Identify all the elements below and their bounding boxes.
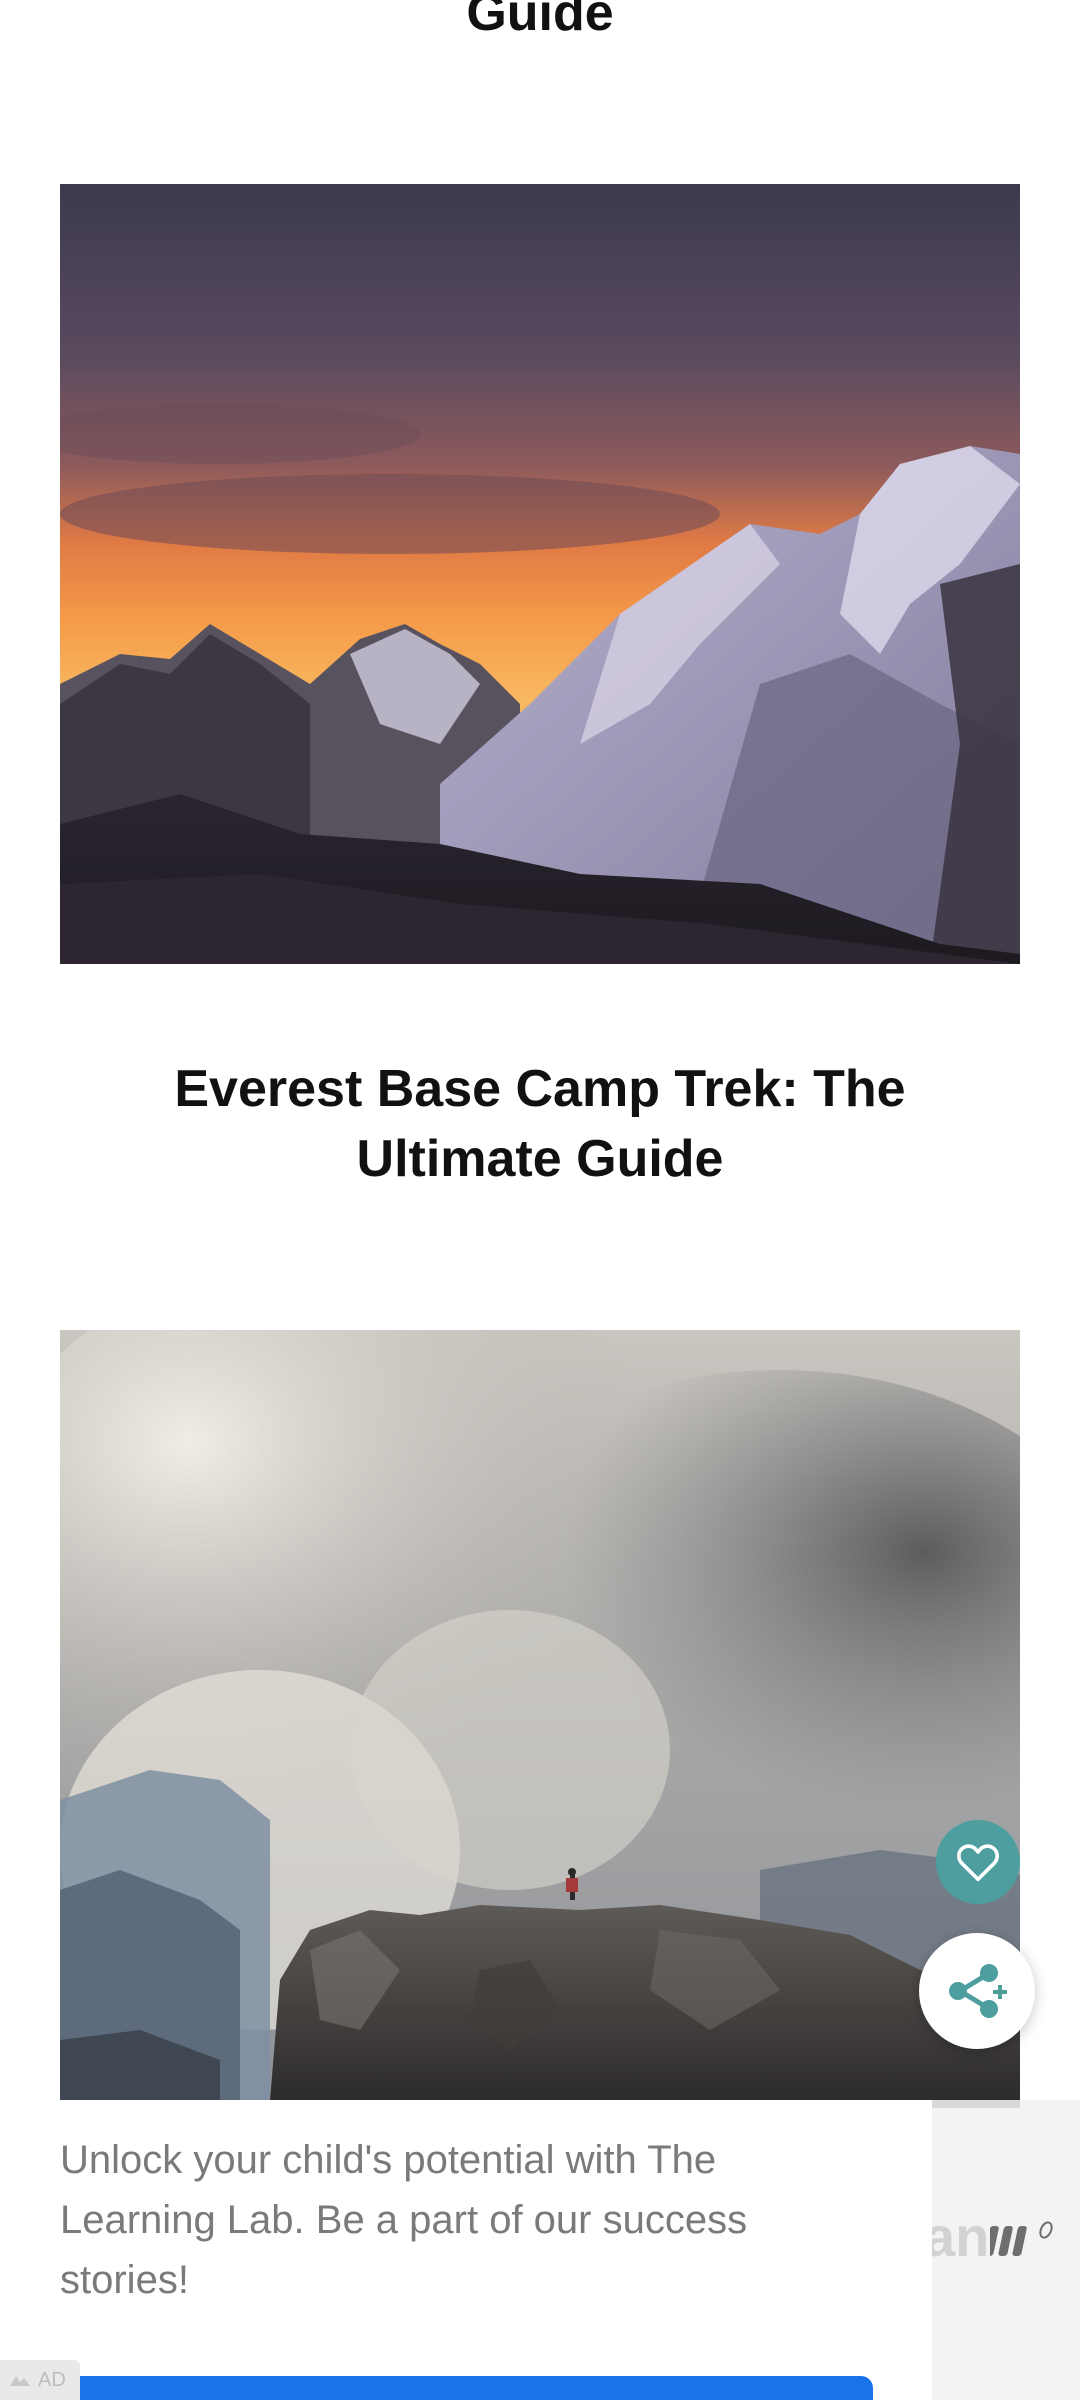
heart-icon [957, 1844, 999, 1882]
ad-banner[interactable]: Unlock your child's potential with The L… [0, 2100, 1080, 2400]
featured-article-title[interactable]: Everest Base Camp Trek: The Ultimate Gui… [0, 1054, 1080, 1194]
ad-brand-panel[interactable]: an [932, 2100, 1080, 2400]
ad-badge: AD [0, 2360, 80, 2400]
share-icon [949, 1964, 1007, 2018]
volcano-article-image[interactable] [60, 1330, 1020, 2100]
mountain-sunset-photo [60, 184, 1020, 964]
like-button[interactable] [936, 1820, 1020, 1904]
ad-badge-label: AD [38, 2368, 66, 2391]
ad-choices-icon [10, 2376, 30, 2386]
ad-panel-divider [932, 2100, 1020, 2108]
share-button[interactable] [919, 1933, 1035, 2049]
ad-message[interactable]: Unlock your child's potential with The L… [60, 2130, 860, 2310]
ad-cta-button[interactable] [60, 2376, 873, 2400]
everest-sunset-image[interactable] [60, 184, 1020, 964]
learning-lab-logo-icon [990, 2221, 1053, 2256]
previous-article-title[interactable]: Guide [0, 0, 1080, 48]
article-feed-page: Guide Everest Base Camp Trek: The Ultima… [0, 0, 1080, 2400]
ad-brand-text: an [932, 2205, 990, 2268]
volcano-smoke-hiker-photo [60, 1330, 1020, 2100]
